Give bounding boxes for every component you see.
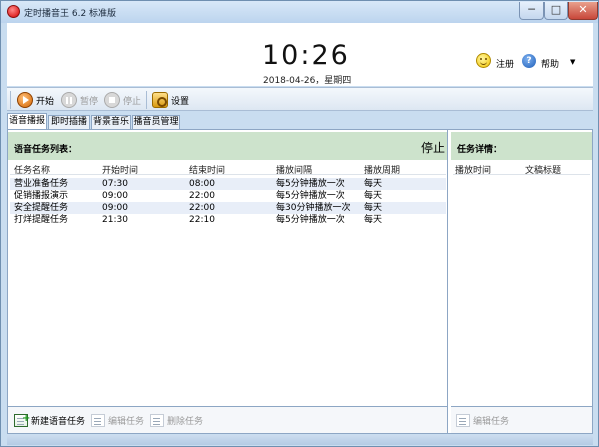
task-name-cell: 营业准备任务 bbox=[14, 179, 69, 189]
tab-announcer-management[interactable]: 播音员管理 bbox=[132, 115, 180, 129]
task-detail-panel: 任务详情： 播放时间 文稿标题 编辑任务 bbox=[451, 130, 592, 433]
title-bar[interactable]: 定时播音王 6.2 标准版 ─ □ ✕ bbox=[1, 1, 598, 23]
tab-voice-broadcast[interactable]: 语音播报 bbox=[7, 113, 47, 130]
task-name-cell: 安全提醒任务 bbox=[14, 203, 69, 213]
smiley-icon[interactable] bbox=[476, 53, 491, 68]
task-list-panel: 语音任务列表： 停止 任务名称 开始时间 结束时间 播放间隔 播放周期 营业准备… bbox=[8, 130, 448, 433]
app-window: 定时播音王 6.2 标准版 ─ □ ✕ 10:26 2018-04-26，星期四… bbox=[0, 0, 599, 447]
edit-list-icon bbox=[456, 413, 470, 427]
end-time-cell: 08:00 bbox=[189, 179, 215, 189]
stop-label: 停止 bbox=[123, 96, 142, 107]
edit-task-label: 编辑任务 bbox=[108, 416, 145, 427]
new-voice-task-label: 新建语音任务 bbox=[31, 416, 86, 427]
pause-button[interactable]: 暂停 bbox=[61, 91, 98, 109]
edit-task-button[interactable]: 编辑任务 bbox=[91, 413, 144, 427]
toolbar-separator bbox=[146, 91, 147, 109]
interval-cell: 每5分钟播放一次 bbox=[276, 215, 345, 225]
task-name-cell: 促销播报演示 bbox=[14, 191, 69, 201]
help-link[interactable]: 帮助 bbox=[541, 57, 559, 70]
interval-cell: 每30分钟播放一次 bbox=[276, 203, 351, 213]
tab-instant-insert[interactable]: 即时插播 bbox=[48, 115, 90, 129]
minimize-button[interactable]: ─ bbox=[519, 2, 544, 20]
status-bar bbox=[7, 435, 593, 445]
period-cell: 每天 bbox=[364, 215, 383, 225]
clock-time: 10:26 bbox=[262, 40, 350, 71]
chevron-down-icon[interactable]: ▼ bbox=[570, 58, 575, 66]
interval-cell: 每5分钟播放一次 bbox=[276, 179, 345, 189]
add-list-icon bbox=[14, 413, 30, 427]
task-detail-title: 任务详情： bbox=[457, 145, 503, 155]
settings-icon bbox=[152, 92, 168, 108]
stop-icon bbox=[104, 92, 120, 108]
end-time-cell: 22:10 bbox=[189, 215, 215, 225]
task-list-actions: 新建语音任务 编辑任务 删除任务 bbox=[8, 406, 447, 433]
task-list-title: 语音任务列表： bbox=[14, 145, 78, 155]
task-detail-actions: 编辑任务 bbox=[451, 406, 592, 433]
table-row[interactable]: 打烊提醒任务 21:30 22:10 每5分钟播放一次 每天 bbox=[10, 214, 446, 226]
clock-panel: 10:26 2018-04-26，星期四 注册 ? 帮助 ▼ bbox=[7, 23, 593, 86]
detail-edit-task-button[interactable]: 编辑任务 bbox=[456, 413, 509, 427]
play-icon bbox=[17, 92, 33, 108]
window-title: 定时播音王 6.2 标准版 bbox=[24, 9, 117, 19]
delete-list-icon bbox=[150, 413, 164, 427]
settings-label: 设置 bbox=[171, 96, 190, 107]
pause-label: 暂停 bbox=[80, 96, 99, 107]
new-voice-task-button[interactable]: 新建语音任务 bbox=[14, 413, 85, 427]
toolbar-grip bbox=[10, 91, 11, 109]
run-status: 停止 bbox=[421, 141, 446, 155]
start-label: 开始 bbox=[36, 96, 55, 107]
main-content: 语音任务列表： 停止 任务名称 开始时间 结束时间 播放间隔 播放周期 营业准备… bbox=[7, 129, 593, 434]
app-logo-icon bbox=[7, 5, 20, 18]
settings-button[interactable]: 设置 bbox=[152, 91, 189, 109]
pause-icon bbox=[61, 92, 77, 108]
close-button[interactable]: ✕ bbox=[568, 2, 598, 20]
stop-button[interactable]: 停止 bbox=[104, 91, 141, 109]
period-cell: 每天 bbox=[364, 191, 383, 201]
tab-background-music[interactable]: 背景音乐 bbox=[91, 115, 131, 129]
header-divider bbox=[10, 174, 446, 175]
edit-list-icon bbox=[91, 413, 105, 427]
end-time-cell: 22:00 bbox=[189, 191, 215, 201]
clock-date: 2018-04-26，星期四 bbox=[263, 76, 352, 86]
interval-cell: 每5分钟播放一次 bbox=[276, 191, 345, 201]
task-detail-header: 任务详情： bbox=[451, 132, 592, 160]
period-cell: 每天 bbox=[364, 203, 383, 213]
start-button[interactable]: 开始 bbox=[17, 91, 54, 109]
detail-edit-task-label: 编辑任务 bbox=[473, 416, 510, 427]
help-icon[interactable]: ? bbox=[522, 54, 536, 68]
start-time-cell: 09:00 bbox=[102, 203, 128, 213]
task-list-header: 语音任务列表： 停止 bbox=[8, 132, 447, 160]
period-cell: 每天 bbox=[364, 179, 383, 189]
table-row[interactable]: 营业准备任务 07:30 08:00 每5分钟播放一次 每天 bbox=[10, 178, 446, 190]
start-time-cell: 07:30 bbox=[102, 179, 128, 189]
toolbar: 开始 暂停 停止 设置 bbox=[7, 87, 593, 111]
table-row[interactable]: 安全提醒任务 09:00 22:00 每30分钟播放一次 每天 bbox=[10, 202, 446, 214]
delete-task-button[interactable]: 删除任务 bbox=[150, 413, 203, 427]
task-name-cell: 打烊提醒任务 bbox=[14, 215, 69, 225]
table-row[interactable]: 促销播报演示 09:00 22:00 每5分钟播放一次 每天 bbox=[10, 190, 446, 202]
register-link[interactable]: 注册 bbox=[496, 57, 514, 70]
delete-task-label: 删除任务 bbox=[167, 416, 204, 427]
start-time-cell: 21:30 bbox=[102, 215, 128, 225]
maximize-button[interactable]: □ bbox=[544, 2, 568, 20]
start-time-cell: 09:00 bbox=[102, 191, 128, 201]
detail-header-divider bbox=[453, 174, 590, 175]
end-time-cell: 22:00 bbox=[189, 203, 215, 213]
